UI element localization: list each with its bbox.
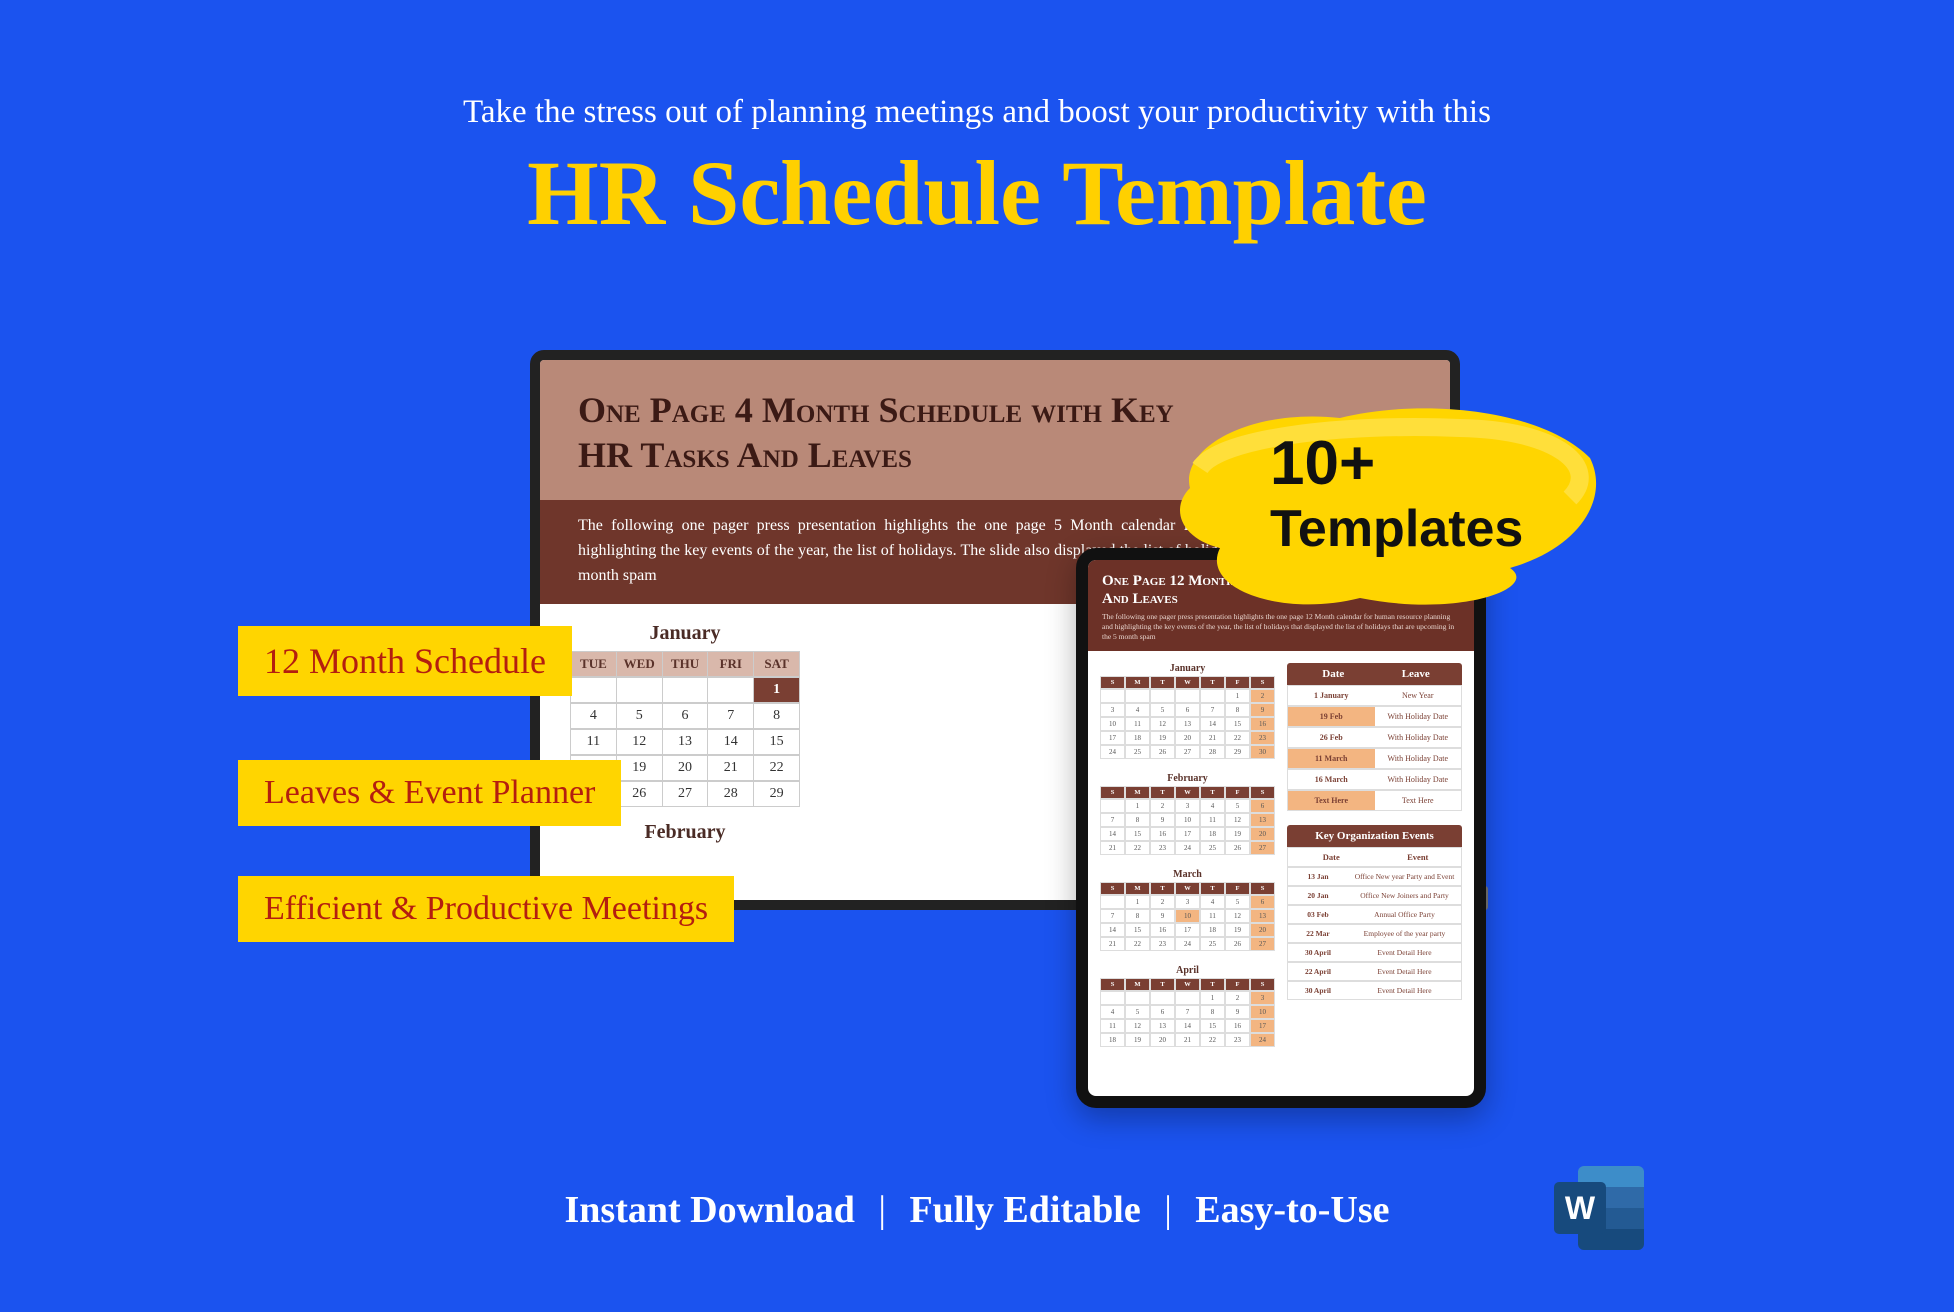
leaves-row: Text HereText Here [1287, 790, 1462, 811]
events-table-subheader: DateEvent [1287, 847, 1462, 867]
leaves-row: 1 JanuaryNew Year [1287, 685, 1462, 706]
events-row: 20 JanOffice New Joiners and Party [1287, 886, 1462, 905]
mini-calendar: February SMTWTFS 123456 78910111213 1415… [1100, 773, 1275, 855]
leaves-table-header: DateLeave [1287, 663, 1462, 685]
footer-item: Easy-to-Use [1195, 1189, 1389, 1231]
mini-cal-month: April [1100, 965, 1275, 976]
calendar-day-headers: TUEWEDTHUFRISAT [570, 651, 800, 677]
splash-count: 10+ [1270, 428, 1523, 499]
feature-tag-3: Efficient & Productive Meetings [238, 876, 734, 942]
tagline: Take the stress out of planning meetings… [0, 94, 1954, 131]
calendar-month-label: January [570, 622, 800, 645]
feature-tag-1: 12 Month Schedule [238, 626, 572, 696]
mini-cal-month: March [1100, 869, 1275, 880]
events-row: 13 JanOffice New year Party and Event [1287, 867, 1462, 886]
events-row: 03 FebAnnual Office Party [1287, 905, 1462, 924]
events-row: 22 AprilEvent Detail Here [1287, 962, 1462, 981]
mini-cal-month: February [1100, 773, 1275, 784]
mini-calendar: April SMTWTFS 123 45678910 1112131415161… [1100, 965, 1275, 1047]
footer-item: Instant Download [564, 1189, 854, 1231]
splash-label: Templates [1270, 499, 1523, 559]
separator: | [1164, 1189, 1172, 1231]
tablet-calendars-column: January SMTWTFS 12 3456789 1011121314151… [1100, 663, 1275, 1061]
separator: | [878, 1189, 886, 1231]
events-table-header: Key Organization Events [1287, 825, 1462, 847]
leaves-row: 11 MarchWith Holiday Date [1287, 748, 1462, 769]
events-row: 22 MarEmployee of the year party [1287, 924, 1462, 943]
word-letter: W [1554, 1182, 1606, 1234]
page-title: HR Schedule Template [0, 140, 1954, 246]
mini-calendar: January SMTWTFS 12 3456789 1011121314151… [1100, 663, 1275, 759]
mini-cal-month: January [1100, 663, 1275, 674]
mini-calendar: March SMTWTFS 123456 78910111213 1415161… [1100, 869, 1275, 951]
events-row: 30 AprilEvent Detail Here [1287, 981, 1462, 1000]
feature-tag-2: Leaves & Event Planner [238, 760, 621, 826]
leaves-row: 19 FebWith Holiday Date [1287, 706, 1462, 727]
tablet-tables-column: DateLeave 1 JanuaryNew Year19 FebWith Ho… [1287, 663, 1462, 1061]
leaves-row: 26 FebWith Holiday Date [1287, 727, 1462, 748]
ms-word-icon: W [1554, 1166, 1644, 1250]
footer-features: Instant Download | Fully Editable | Easy… [0, 1188, 1954, 1232]
footer-item: Fully Editable [909, 1189, 1140, 1231]
events-row: 30 AprilEvent Detail Here [1287, 943, 1462, 962]
templates-splash: 10+ Templates [1190, 398, 1590, 628]
leaves-row: 16 MarchWith Holiday Date [1287, 769, 1462, 790]
